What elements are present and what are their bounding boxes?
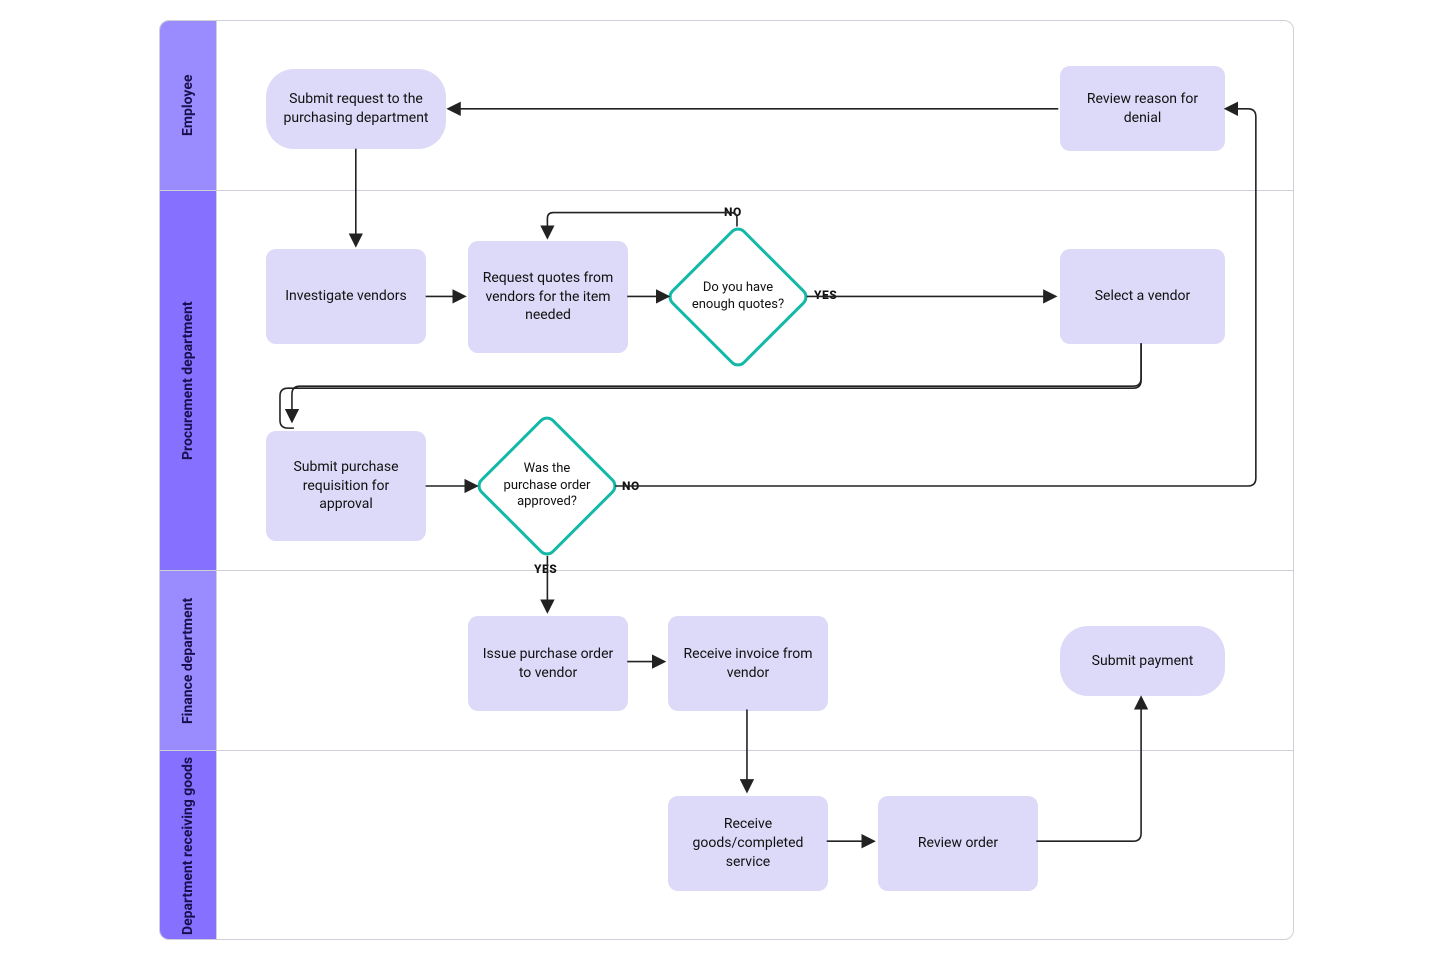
node-receive-invoice: Receive invoice from vendor (668, 616, 828, 711)
node-receive-goods: Receive goods/completed service (668, 796, 828, 891)
node-request-quotes: Request quotes from vendors for the item… (468, 241, 628, 353)
node-submit-req: Submit purchase requisition for approval (266, 431, 426, 541)
node-submit-payment: Submit payment (1060, 626, 1225, 696)
node-review-order: Review order (878, 796, 1038, 891)
lane-label-procurement: Procurement department (160, 191, 216, 570)
decision-po-approved-label: Was the purchase order approved? (497, 461, 597, 512)
node-submit-request: Submit request to the purchasing departm… (266, 69, 446, 149)
edge-label-no-approved: NO (622, 479, 640, 493)
edge-label-no-quotes: NO (724, 205, 742, 219)
edge-label-yes-quotes: YES (814, 288, 837, 302)
lane-label-receiving: Department receiving goods (160, 751, 216, 940)
decision-enough-quotes-label: Do you have enough quotes? (688, 280, 788, 314)
node-issue-po: Issue purchase order to vendor (468, 616, 628, 711)
node-review-denial: Review reason for denial (1060, 66, 1225, 151)
node-investigate: Investigate vendors (266, 249, 426, 344)
edge-label-yes-approved: YES (534, 562, 557, 576)
lane-label-finance: Finance department (160, 571, 216, 750)
swimlane-diagram: Employee Procurement department Finance … (159, 20, 1294, 940)
node-select-vendor: Select a vendor (1060, 249, 1225, 344)
lane-label-employee: Employee (160, 21, 216, 190)
decision-enough-quotes: Do you have enough quotes? (668, 227, 808, 367)
decision-po-approved: Was the purchase order approved? (477, 416, 617, 556)
